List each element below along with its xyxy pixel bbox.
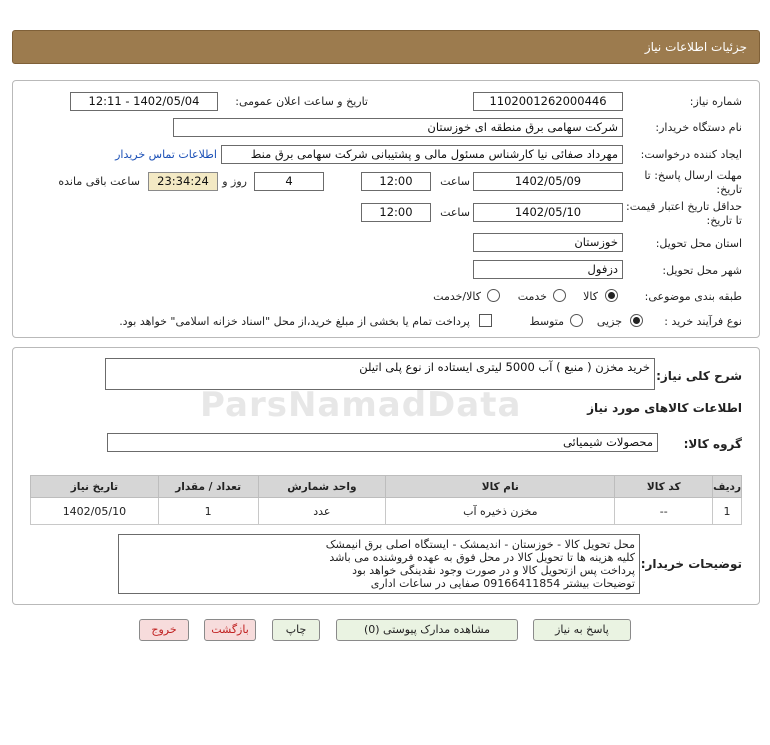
remaining-label: ساعت باقی مانده <box>58 175 140 188</box>
page-title: جزئیات اطلاعات نیاز <box>644 40 747 54</box>
goods-info-title: اطلاعات کالاهای مورد نیاز <box>587 401 742 415</box>
reply-deadline-label: مهلت ارسال پاسخ: تا تاریخ: <box>644 169 742 196</box>
goods-group-label: گروه کالا: <box>683 437 742 451</box>
treasury-payment-checkbox[interactable] <box>479 314 492 327</box>
validity-date-field: 1402/05/10 <box>473 203 623 222</box>
creator-label: ایجاد کننده درخواست: <box>640 148 742 161</box>
goods-group-field: محصولات شیمیائی <box>107 433 658 452</box>
summary-label: شرح کلی نیاز: <box>656 369 742 383</box>
summary-field: خرید مخزن ( منبع ) آب 5000 لیتری ایستاده… <box>105 358 655 390</box>
cell-unit: عدد <box>257 497 387 525</box>
back-button[interactable]: بازگشت <box>204 619 256 641</box>
print-button[interactable]: چاپ <box>272 619 320 641</box>
cell-date: 1402/05/10 <box>30 497 159 525</box>
cell-qty: 1 <box>157 497 259 525</box>
validity-time-field: 12:00 <box>361 203 431 222</box>
need-number-label: شماره نیاز: <box>689 95 742 108</box>
buyer-notes-box: محل تحویل کالا - خوزستان - اندیمشک - ایس… <box>118 534 640 594</box>
cell-row: 1 <box>712 497 742 525</box>
reply-date-field: 1402/05/09 <box>473 172 623 191</box>
city-field: دزفول <box>473 260 623 279</box>
exit-button[interactable]: خروج <box>139 619 189 641</box>
category-radio-service[interactable] <box>553 289 566 302</box>
col-date: تاریخ نیاز <box>30 475 159 498</box>
buyer-note-line: محل تحویل کالا - خوزستان - اندیمشک - ایس… <box>325 538 635 551</box>
reply-button[interactable]: پاسخ به نیاز <box>533 619 631 641</box>
table-row: 1 -- مخزن ذخیره آب عدد 1 1402/05/10 <box>30 497 742 525</box>
buyer-note-line: پرداخت پس ازتحویل کالا و در صورت وجود نق… <box>352 564 635 577</box>
creator-field: مهرداد صفائی نیا کارشناس مسئول مالی و پش… <box>221 145 623 164</box>
process-option-minor: جزیی <box>596 315 622 328</box>
buyer-notes-label: توضیحات خریدار: <box>640 557 742 571</box>
cell-name: مخزن ذخیره آب <box>385 497 616 525</box>
days-label: روز و <box>222 175 247 188</box>
watermark: ParsNamadData <box>200 385 522 425</box>
category-option-both: کالا/خدمت <box>433 290 481 303</box>
category-radio-both[interactable] <box>487 289 500 302</box>
province-field: خوزستان <box>473 233 623 252</box>
buyer-org-field: شرکت سهامی برق منطقه ای خوزستان <box>173 118 623 137</box>
announce-label: تاریخ و ساعت اعلان عمومی: <box>235 95 368 108</box>
col-name: نام کالا <box>385 475 616 498</box>
reply-time-field: 12:00 <box>361 172 431 191</box>
category-radio-goods[interactable] <box>605 289 618 302</box>
col-qty: تعداد / مقدار <box>157 475 259 498</box>
process-option-medium: متوسط <box>529 315 564 328</box>
reply-time-label: ساعت <box>440 175 470 188</box>
cell-code: -- <box>614 497 714 525</box>
category-option-service: خدمت <box>517 290 547 303</box>
goods-table: ردیف کد کالا نام کالا واحد شمارش تعداد /… <box>30 475 742 525</box>
days-field: 4 <box>254 172 324 191</box>
validity-time-label: ساعت <box>440 206 470 219</box>
process-radio-minor[interactable] <box>630 314 643 327</box>
buyer-note-line: توضیحات بیشتر 09166411854 صفایی در ساعات… <box>370 577 635 590</box>
contact-buyer-link[interactable]: اطلاعات تماس خریدار <box>115 148 217 161</box>
process-label: نوع فرآیند خرید : <box>664 315 742 328</box>
city-label: شهر محل تحویل: <box>662 264 742 277</box>
buyer-org-label: نام دستگاه خریدار: <box>655 121 742 134</box>
buyer-note-line: کلیه هزینه ها تا تحویل کالا در محل فوق ب… <box>329 551 635 564</box>
col-unit: واحد شمارش <box>257 475 387 498</box>
validity-label: حداقل تاریخ اعتبار قیمت: تا تاریخ: <box>626 200 742 227</box>
province-label: استان محل تحویل: <box>655 237 742 250</box>
remaining-time-field: 23:34:24 <box>148 172 218 191</box>
treasury-payment-note: پرداخت تمام یا بخشی از مبلغ خرید،از محل … <box>119 315 470 328</box>
category-option-goods: کالا <box>583 290 598 303</box>
process-radio-medium[interactable] <box>570 314 583 327</box>
goods-table-header: ردیف کد کالا نام کالا واحد شمارش تعداد /… <box>30 475 742 498</box>
category-label: طبقه بندی موضوعی: <box>644 290 742 303</box>
page-header: جزئیات اطلاعات نیاز <box>12 30 760 64</box>
col-row: ردیف <box>712 475 742 498</box>
need-number-field: 1102001262000446 <box>473 92 623 111</box>
col-code: کد کالا <box>614 475 714 498</box>
attachments-button[interactable]: مشاهده مدارک پیوستی (0) <box>336 619 518 641</box>
announce-field: 1402/05/04 - 12:11 <box>70 92 218 111</box>
